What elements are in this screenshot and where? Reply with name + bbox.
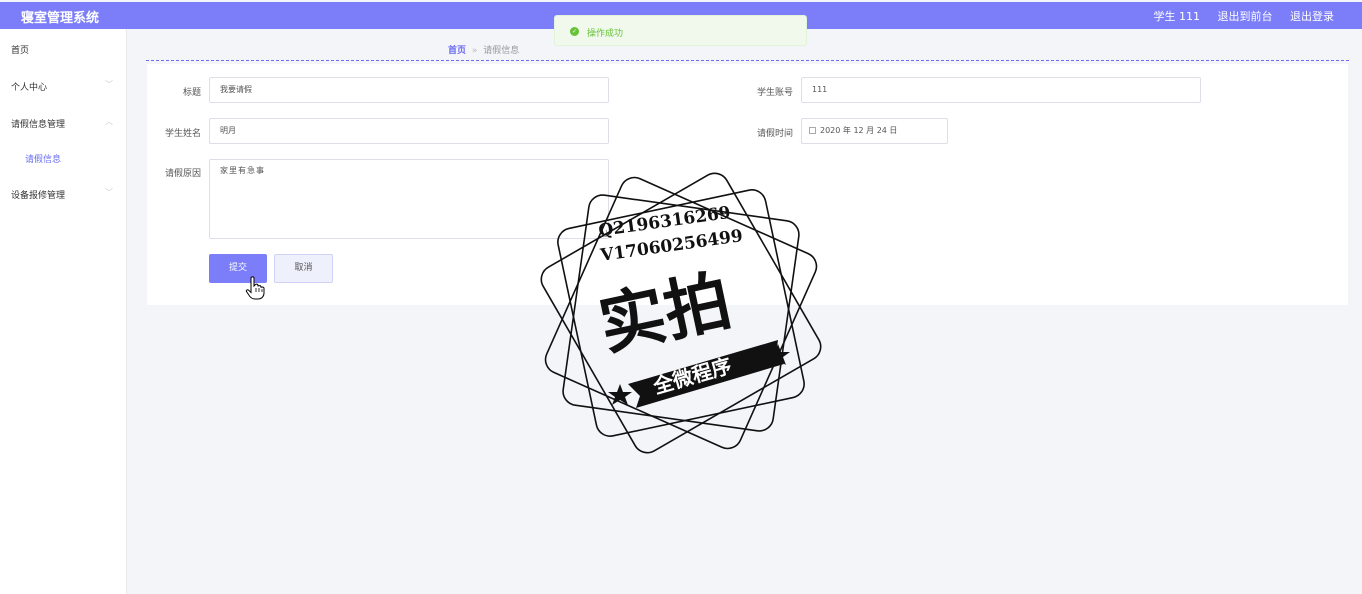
- breadcrumb-current: 请假信息: [483, 46, 520, 56]
- calendar-icon: [809, 127, 816, 134]
- app-title: 寝室管理系统: [21, 11, 100, 26]
- account-label: 学生账号: [756, 88, 793, 98]
- divider: [146, 60, 1349, 61]
- title-input-value: 我要请假: [220, 85, 252, 94]
- title-label: 标题: [182, 88, 201, 98]
- success-toast: ✓ 操作成功: [554, 15, 807, 46]
- hand-cursor-icon: [245, 276, 265, 303]
- account-input-value: 111: [812, 85, 828, 94]
- sidebar-item-label: 请假信息管理: [11, 120, 66, 130]
- time-label: 请假时间: [756, 129, 793, 139]
- sidebar-item-label: 首页: [11, 46, 30, 56]
- time-picker-value: 2020 年 12 月 24 日: [820, 126, 898, 135]
- sidebar-item-leave-management[interactable]: 请假信息管理 ︿: [11, 117, 115, 130]
- header-actions: 学生 111 退出到前台 退出登录: [1140, 8, 1335, 24]
- sidebar-item-repair-management[interactable]: 设备报修管理 ﹀: [11, 188, 115, 201]
- name-label: 学生姓名: [164, 129, 201, 139]
- cancel-button[interactable]: 取消: [274, 254, 333, 283]
- current-user: 学生 111: [1153, 10, 1201, 23]
- reason-textarea-value: 家里有急事: [220, 166, 265, 175]
- time-picker[interactable]: 2020 年 12 月 24 日: [801, 118, 948, 144]
- sidebar-item-label: 设备报修管理: [11, 191, 66, 201]
- title-input[interactable]: 我要请假: [209, 77, 609, 103]
- toast-message: 操作成功: [587, 29, 624, 39]
- account-input[interactable]: 111: [801, 77, 1201, 103]
- sidebar-item-home[interactable]: 首页: [11, 43, 115, 56]
- check-circle-icon: ✓: [570, 27, 579, 36]
- sidebar: 首页 个人中心 ﹀ 请假信息管理 ︿ 请假信息 设备报修管理 ﹀: [0, 29, 127, 594]
- breadcrumb-separator: »: [471, 46, 478, 56]
- sidebar-item-leave-info[interactable]: 请假信息: [25, 152, 61, 165]
- reason-label: 请假原因: [164, 169, 201, 179]
- name-input[interactable]: 明月: [209, 118, 609, 144]
- sidebar-item-label: 个人中心: [11, 83, 48, 93]
- logout-link[interactable]: 退出登录: [1290, 10, 1334, 23]
- back-to-front-link[interactable]: 退出到前台: [1218, 10, 1273, 23]
- chevron-down-icon: ﹀: [105, 80, 113, 89]
- chevron-down-icon: ﹀: [105, 188, 113, 197]
- chevron-up-icon: ︿: [105, 117, 113, 126]
- breadcrumb: 首页 » 请假信息: [448, 43, 519, 56]
- breadcrumb-home[interactable]: 首页: [448, 46, 466, 56]
- sidebar-item-label: 请假信息: [25, 155, 62, 165]
- sidebar-item-personal-center[interactable]: 个人中心 ﹀: [11, 80, 115, 93]
- watermark-stamp: Q2196316269 V17060256499 实拍 全微程序: [540, 172, 822, 454]
- name-input-value: 明月: [220, 126, 236, 135]
